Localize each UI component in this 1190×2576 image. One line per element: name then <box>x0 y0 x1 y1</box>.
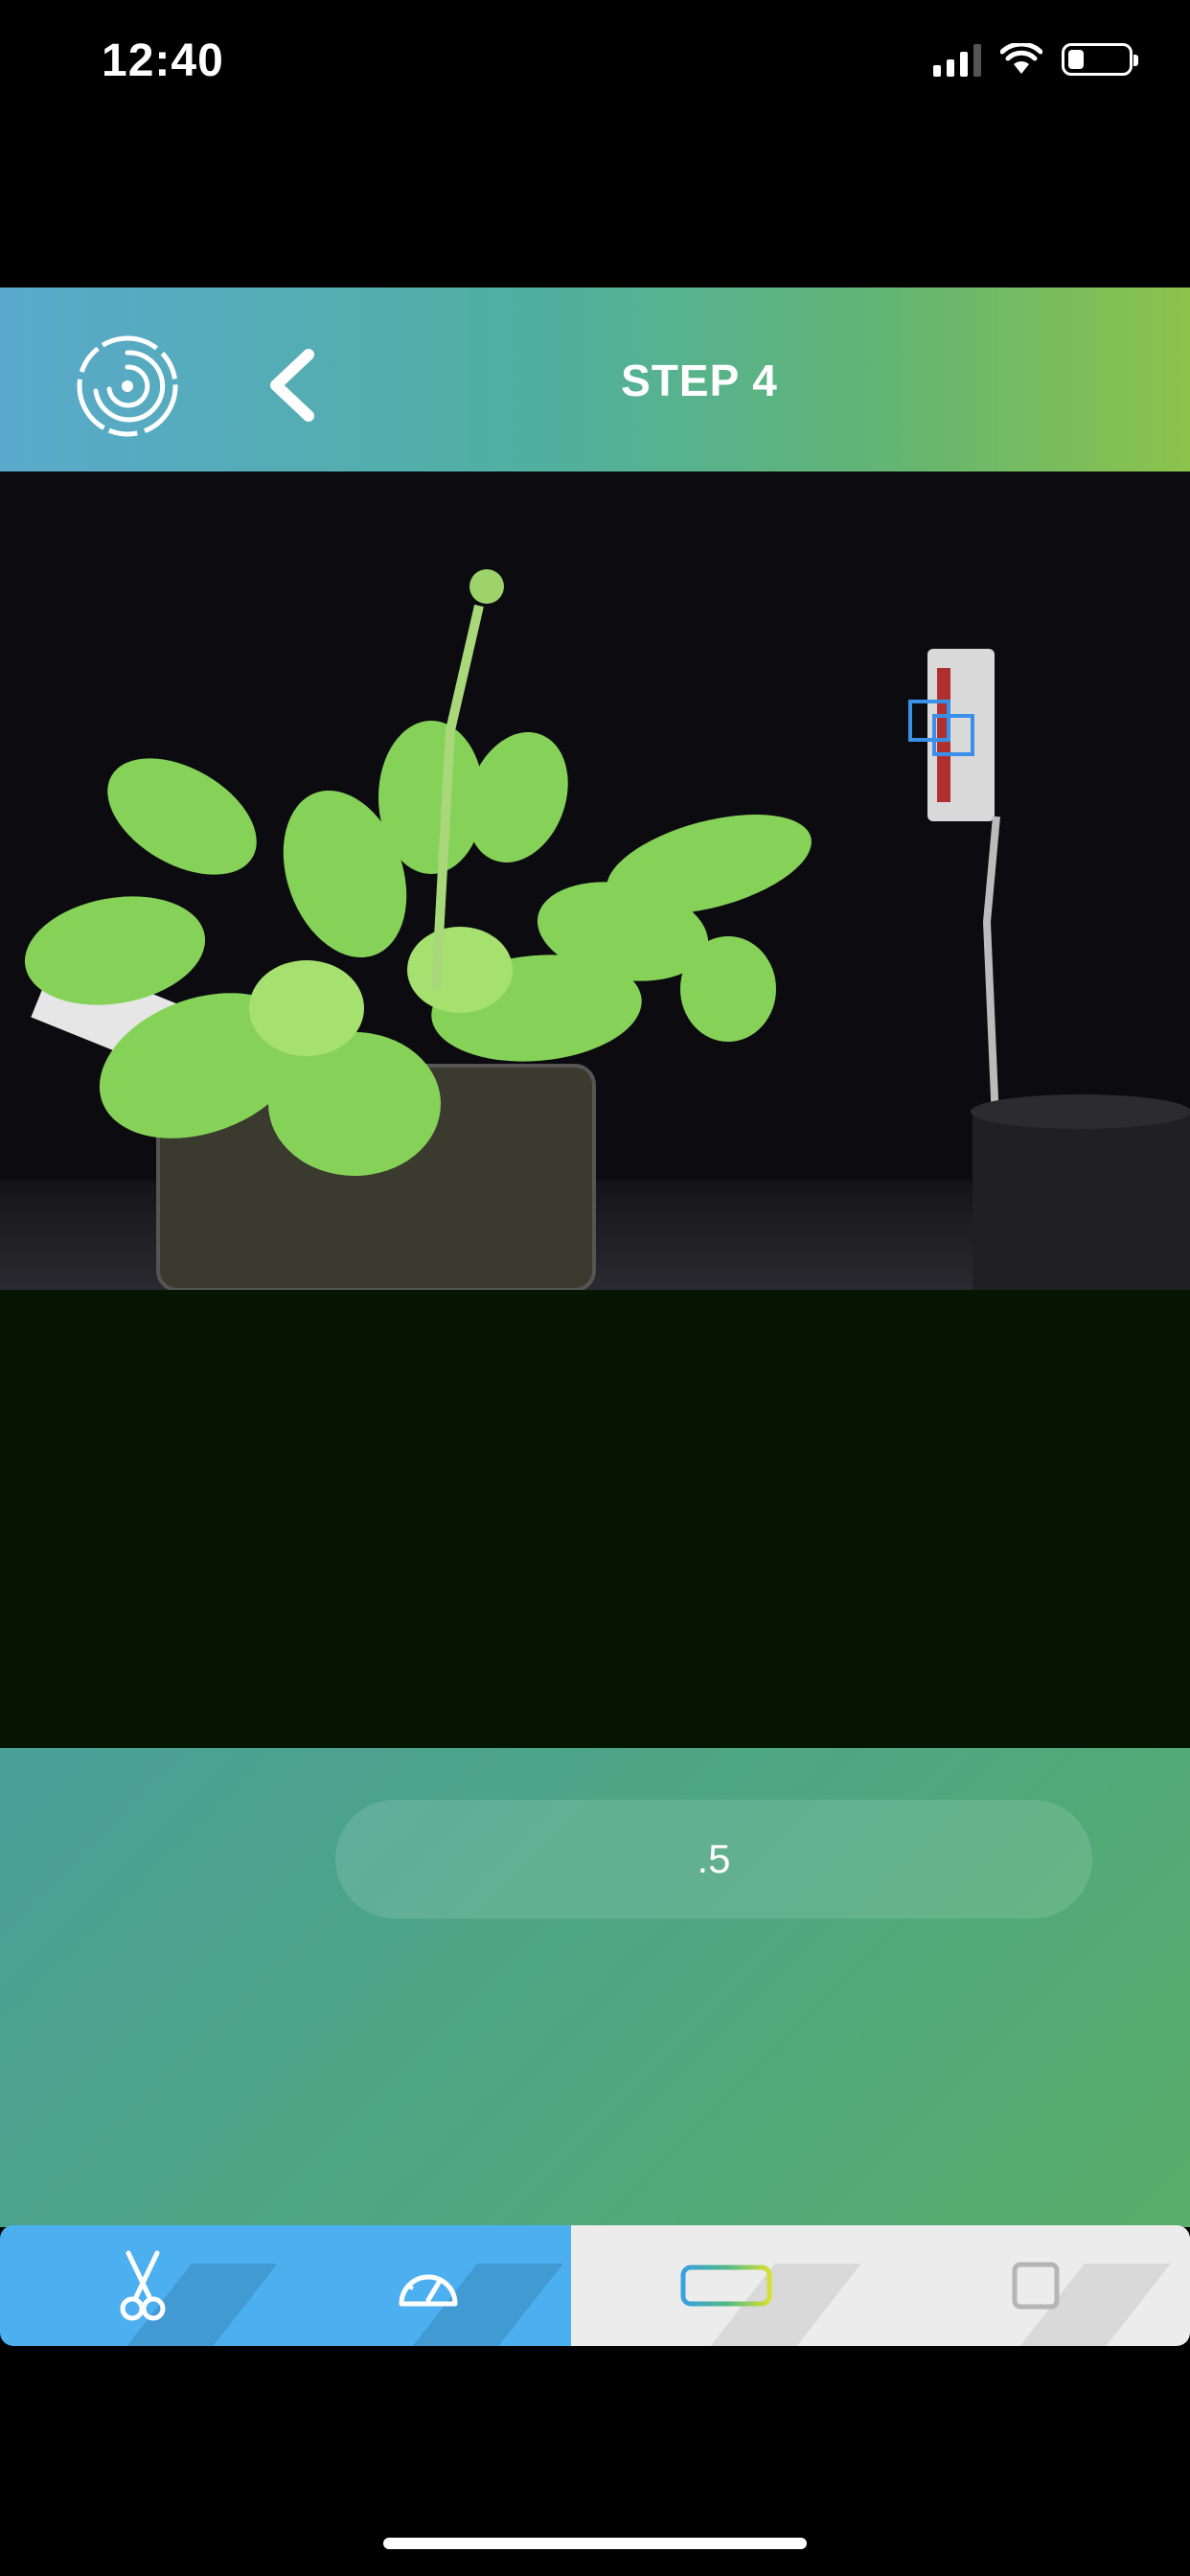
tab-square[interactable] <box>881 2225 1190 2346</box>
swirl-logo-icon[interactable] <box>75 334 180 439</box>
status-bar: 12:40 <box>0 0 1190 134</box>
wifi-icon <box>1000 43 1042 74</box>
inactive-tab-group <box>571 2225 1190 2346</box>
scissors-icon <box>120 2250 166 2321</box>
ruler-icon <box>680 2265 771 2307</box>
plant-photo-image <box>0 472 1190 1290</box>
tab-ruler[interactable] <box>571 2225 881 2346</box>
home-indicator[interactable] <box>383 2538 807 2549</box>
active-tab-group <box>0 2225 571 2346</box>
status-icons <box>933 42 1138 77</box>
square-icon <box>1012 2262 1059 2310</box>
back-button[interactable] <box>259 347 326 424</box>
battery-icon <box>1062 43 1138 76</box>
page-title: STEP 4 <box>621 356 778 405</box>
plant-photo[interactable] <box>0 472 1190 1290</box>
tab-speedometer[interactable] <box>286 2225 571 2346</box>
tab-scissors[interactable] <box>0 2225 286 2346</box>
speedometer-icon <box>399 2274 458 2307</box>
app-header: STEP 4 <box>0 288 1190 472</box>
controls-panel: .5 <box>0 1748 1190 2227</box>
status-time: 12:40 <box>102 35 224 86</box>
preview-dark-area <box>0 1290 1190 1748</box>
cellular-signal-icon <box>933 42 981 77</box>
value-input[interactable]: .5 <box>335 1800 1092 1919</box>
bottom-tab-bar <box>0 2225 1190 2346</box>
